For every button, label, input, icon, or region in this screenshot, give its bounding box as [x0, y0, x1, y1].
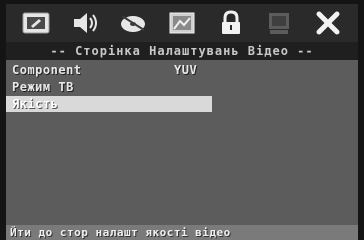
- tab-picture[interactable]: [163, 7, 201, 39]
- menu-item-label: Режим ТВ: [12, 80, 74, 94]
- menu-item-tv-mode[interactable]: Режим ТВ: [6, 79, 358, 95]
- dvd-setup-screen: -- Сторінка Налаштувань Відео -- Compone…: [6, 4, 358, 240]
- page-title: -- Сторінка Налаштувань Відео --: [6, 42, 358, 60]
- parental-lock-icon: [221, 10, 240, 34]
- tab-exit[interactable]: [309, 7, 347, 39]
- status-hint: Йти до стор налашт якості відео: [6, 225, 358, 240]
- picture-settings-icon: [169, 12, 195, 34]
- tab-general[interactable]: [17, 7, 55, 39]
- tab-video[interactable]: [114, 7, 152, 39]
- menu-item-label: Component: [12, 63, 82, 77]
- tab-audio[interactable]: [66, 7, 104, 39]
- tab-mp4[interactable]: [260, 7, 298, 39]
- audio-speaker-icon: [73, 13, 97, 33]
- menu-item-label: Якість: [12, 97, 59, 111]
- settings-menu: Component YUV Режим ТВ Якість: [6, 62, 358, 113]
- tab-lock[interactable]: [212, 7, 250, 39]
- menu-item-value: YUV: [174, 63, 198, 77]
- menu-item-quality[interactable]: Якість: [6, 96, 212, 112]
- exit-x-icon: [316, 11, 340, 35]
- menu-item-component[interactable]: Component YUV: [6, 62, 358, 78]
- general-settings-icon: [22, 12, 50, 34]
- mp4-settings-icon: [269, 13, 290, 34]
- setup-icon-bar: [6, 4, 358, 42]
- video-disc-icon: [121, 15, 146, 32]
